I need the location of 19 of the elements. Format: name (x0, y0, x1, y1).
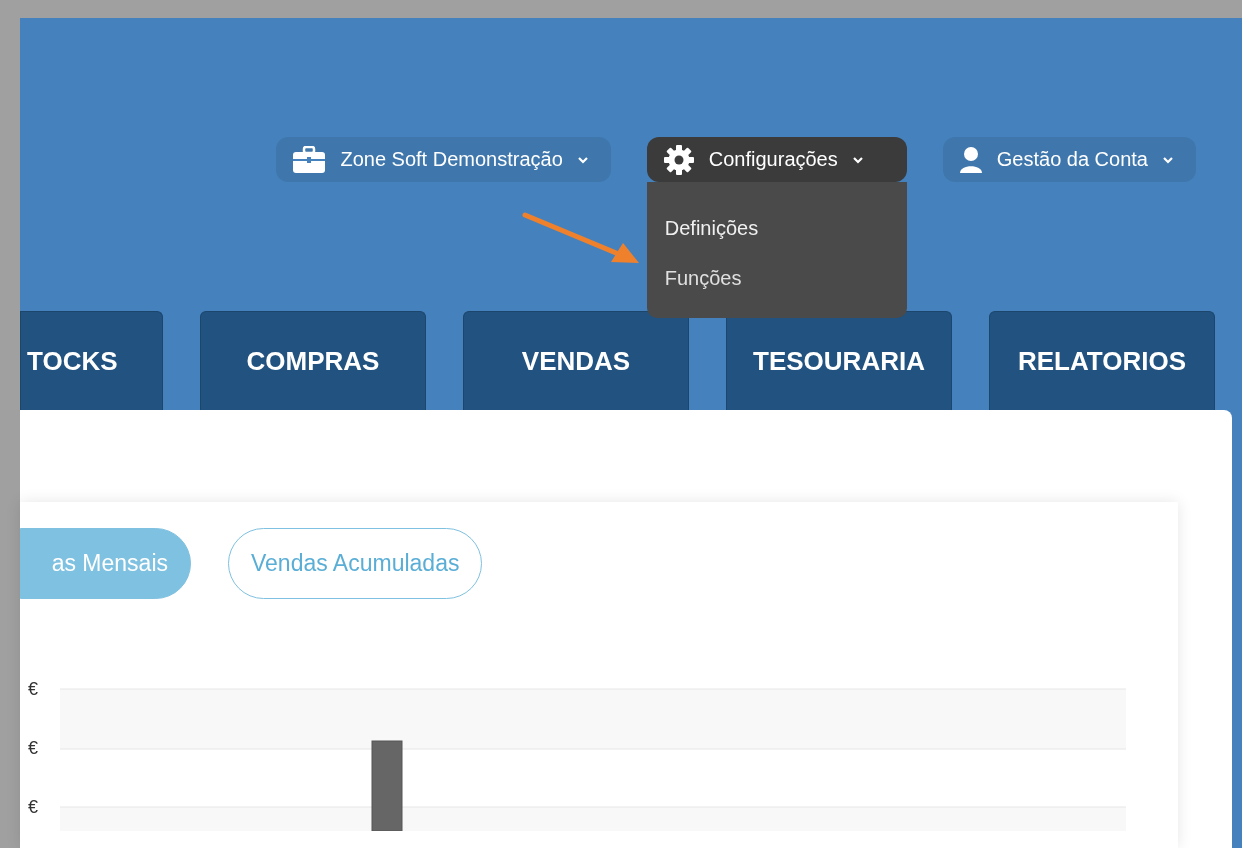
nav-tab[interactable]: TOCKS (20, 311, 163, 410)
chevron-icon (576, 155, 589, 164)
nav-tab[interactable]: RELATORIOS (989, 311, 1215, 410)
chevron-icon (851, 155, 864, 164)
axis-label: € (27, 738, 39, 760)
briefcase-icon (292, 145, 327, 174)
settings-icon (662, 143, 695, 176)
header-menu-button[interactable]: Zone Soft Demonstração (276, 137, 611, 182)
menu-item[interactable]: Funções (646, 253, 760, 299)
axis-label: € (27, 797, 39, 819)
axis-label: € (27, 679, 39, 701)
nav-tab[interactable]: TESOURARIA (726, 311, 952, 410)
header-menu-button[interactable]: Configurações (646, 137, 907, 182)
menu-item[interactable]: Definições (646, 203, 777, 249)
nav-tab[interactable]: VENDAS (463, 311, 689, 410)
chevron-icon (1162, 155, 1174, 164)
nav-tab[interactable]: COMPRAS (200, 311, 426, 410)
header-menu-button[interactable]: Gestão da Conta (942, 137, 1196, 182)
user-icon (958, 145, 983, 174)
